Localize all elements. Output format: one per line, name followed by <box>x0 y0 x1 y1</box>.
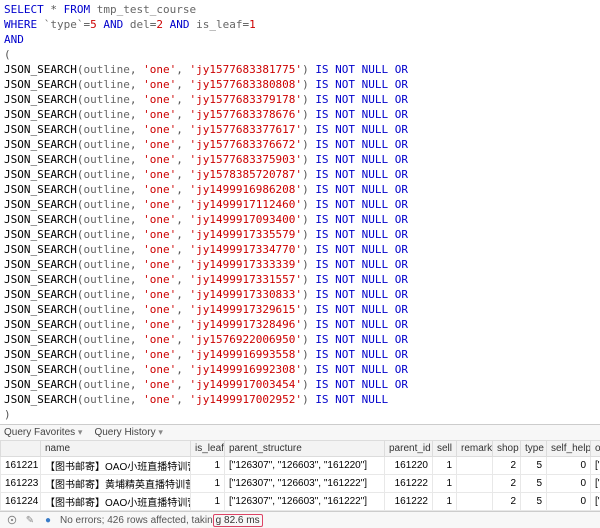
column-header[interactable]: is_leaf <box>191 441 225 457</box>
pencil-icon[interactable]: ✎ <box>24 514 36 526</box>
column-header[interactable]: shop <box>493 441 521 457</box>
chevron-down-icon: ▾ <box>158 427 163 437</box>
column-header[interactable]: name <box>41 441 191 457</box>
status-bar: ✎ ● No errors; 426 rows affected, taking… <box>0 511 600 528</box>
column-header[interactable] <box>1 441 41 457</box>
column-header[interactable]: type <box>521 441 547 457</box>
column-header[interactable]: parent_structure <box>225 441 385 457</box>
query-tabs-bar: Query Favorites ▾ Query History ▾ <box>0 424 600 440</box>
column-header[interactable]: self_help <box>547 441 591 457</box>
status-text: No errors; 426 rows affected, taking 82.… <box>60 515 263 526</box>
table-row[interactable]: 161221【图书邮寄】OAO小班直播特训营系...1["126307", "1… <box>1 457 600 475</box>
gear-icon[interactable] <box>6 514 18 526</box>
results-grid[interactable]: nameis_leafparent_structureparent_idsell… <box>0 440 600 511</box>
query-history-tab[interactable]: Query History ▾ <box>94 427 162 438</box>
column-header[interactable]: outline <box>591 441 600 457</box>
column-header[interactable]: remark <box>457 441 493 457</box>
column-header[interactable]: sell <box>433 441 457 457</box>
status-ok-icon: ● <box>42 514 54 526</box>
table-row[interactable]: 161223【图书邮寄】黄埔精英直播特训营系...1["126307", "12… <box>1 475 600 493</box>
column-header[interactable]: parent_id <box>385 441 433 457</box>
sql-editor[interactable]: SELECT * FROM tmp_test_courseWHERE `type… <box>0 0 600 424</box>
chevron-down-icon: ▾ <box>78 427 83 437</box>
query-favorites-tab[interactable]: Query Favorites ▾ <box>4 427 82 438</box>
table-row[interactable]: 161224【图书邮寄】OAO小班直播特训营系...1["126307", "1… <box>1 493 600 511</box>
